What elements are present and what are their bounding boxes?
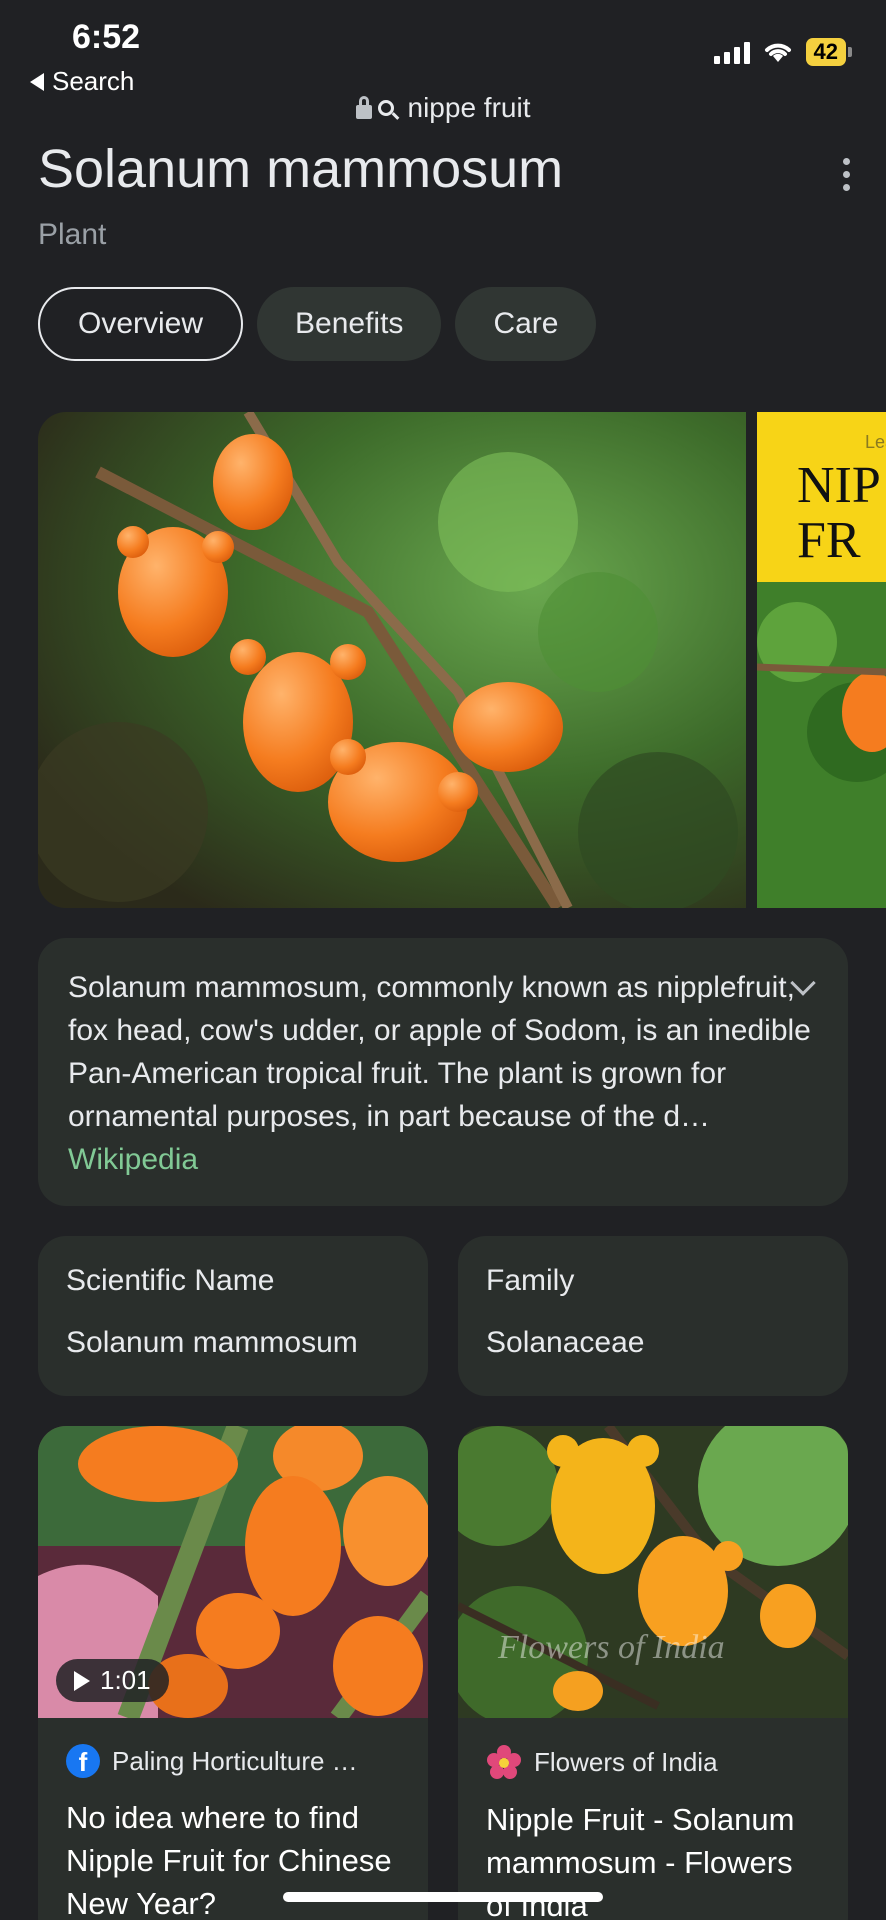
- tab-care[interactable]: Care: [455, 287, 597, 361]
- video-thumbnail[interactable]: 1:01: [38, 1426, 428, 1718]
- card-source: f Paling Horticulture …: [38, 1718, 428, 1778]
- status-indicators: 42: [713, 38, 852, 66]
- video-duration: 1:01: [56, 1659, 169, 1702]
- more-options-icon[interactable]: [843, 158, 850, 191]
- page-subtitle: Plant: [38, 218, 107, 251]
- fact-label: Family: [486, 1264, 575, 1297]
- fact-label: Scientific Name: [66, 1264, 275, 1297]
- battery-icon: 42: [805, 38, 852, 66]
- flower-icon: [487, 1745, 521, 1779]
- lock-icon: [355, 96, 372, 119]
- wifi-icon: [764, 43, 791, 62]
- search-icon: [377, 100, 394, 116]
- secondary-image[interactable]: Lea NIP FR: [757, 412, 886, 908]
- cellular-signal-icon: [713, 40, 750, 64]
- status-time: 6:52: [72, 18, 141, 56]
- fact-value: Solanum mammosum: [66, 1326, 358, 1359]
- banner-line-1: Lea: [865, 432, 886, 452]
- wikipedia-link[interactable]: Wikipedia: [68, 1143, 198, 1176]
- description-text: Solanum mammosum, commonly known as nipp…: [68, 971, 811, 1133]
- fact-family[interactable]: Family Solanaceae: [458, 1236, 848, 1396]
- tab-benefits[interactable]: Benefits: [257, 287, 442, 361]
- banner-line-3: FR: [797, 512, 861, 569]
- tab-bar: Overview Benefits Care: [38, 287, 597, 361]
- battery-level: 42: [805, 38, 846, 66]
- watermark-text: Flowers of India: [497, 1629, 725, 1666]
- play-icon: [74, 1670, 90, 1691]
- back-arrow-icon: [30, 72, 44, 91]
- tab-overview[interactable]: Overview: [38, 287, 244, 361]
- home-indicator[interactable]: [283, 1892, 603, 1902]
- url-query: nippe fruit: [407, 92, 531, 123]
- banner-line-2: NIP: [797, 457, 881, 514]
- article-thumbnail[interactable]: Flowers of India: [458, 1426, 848, 1718]
- article-card[interactable]: Flowers of India Flowers of India Nipple…: [458, 1426, 848, 1920]
- card-source: Flowers of India: [458, 1718, 848, 1780]
- hero-image[interactable]: [38, 412, 746, 908]
- url-bar[interactable]: nippe fruit: [0, 92, 886, 124]
- fact-scientific-name[interactable]: Scientific Name Solanum mammosum: [38, 1236, 428, 1396]
- facebook-icon: f: [66, 1744, 100, 1778]
- page-title: Solanum mammosum: [38, 139, 564, 199]
- video-card[interactable]: 1:01 f Paling Horticulture … No idea whe…: [38, 1426, 428, 1920]
- fact-value: Solanaceae: [486, 1326, 645, 1359]
- description-card[interactable]: Solanum mammosum, commonly known as nipp…: [38, 938, 848, 1206]
